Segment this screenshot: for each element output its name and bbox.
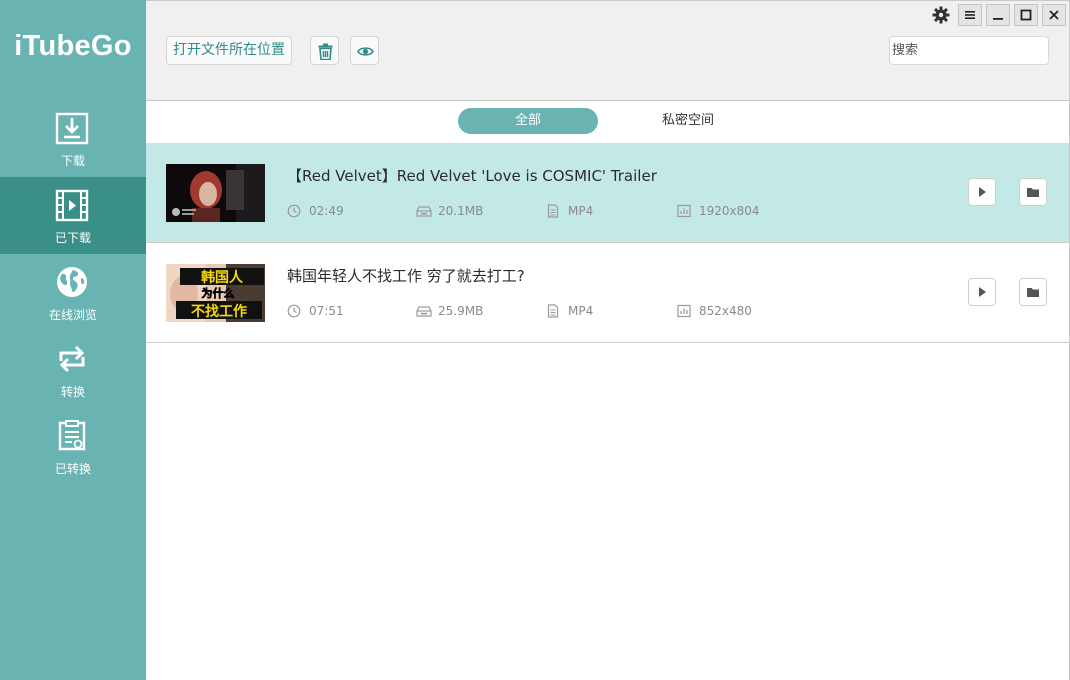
eye-icon — [357, 47, 374, 56]
thumb-text-1: 韩国人 — [201, 269, 244, 286]
converted-list-icon — [58, 420, 86, 451]
file-icon — [547, 304, 559, 318]
delete-button[interactable] — [310, 36, 339, 65]
sidebar-item-converted[interactable]: 已转换 — [0, 408, 146, 485]
close-icon — [1049, 10, 1059, 20]
format-text: MP4 — [568, 304, 594, 318]
preview-button[interactable] — [350, 36, 379, 65]
toolbar: 打开文件所在位置 — [146, 0, 1070, 101]
sidebar-item-convert[interactable]: 转换 — [0, 331, 146, 408]
thumb-text-3: 不找工作 — [191, 303, 247, 320]
resolution-icon — [677, 304, 691, 318]
sidebar-item-label: 转换 — [60, 385, 85, 399]
download-icon — [55, 112, 89, 145]
size-text: 20.1MB — [438, 204, 484, 218]
sidebar-item-label: 已下载 — [54, 231, 91, 245]
play-icon — [979, 187, 986, 197]
gear-icon[interactable] — [932, 6, 950, 24]
open-folder-row-button[interactable] — [1019, 178, 1047, 206]
file-icon — [547, 204, 559, 218]
sidebar-item-browse[interactable]: 在线浏览 — [0, 254, 146, 331]
storage-icon — [416, 306, 432, 317]
duration-text: 07:51 — [309, 304, 344, 318]
open-folder-row-button[interactable] — [1019, 278, 1047, 306]
app-logo: iTubeGo — [14, 30, 132, 62]
menu-icon — [965, 11, 975, 19]
size-text: 25.9MB — [438, 304, 484, 318]
duration-text: 02:49 — [309, 204, 344, 218]
clock-icon — [287, 204, 301, 218]
sidebar-item-label: 下载 — [60, 154, 85, 168]
tab-private[interactable]: 私密空间 — [618, 108, 758, 134]
close-button[interactable] — [1042, 4, 1066, 26]
video-title: 【Red Velvet】Red Velvet 'Love is COSMIC' … — [287, 167, 657, 185]
minimize-icon — [993, 18, 1003, 20]
trash-icon — [318, 43, 333, 60]
open-folder-button[interactable]: 打开文件所在位置 — [166, 36, 292, 65]
film-icon — [55, 189, 89, 222]
sidebar-item-download[interactable]: 下载 — [0, 100, 146, 177]
resolution-text: 1920x804 — [699, 204, 760, 218]
convert-icon — [59, 345, 85, 373]
filter-tabs: 全部 私密空间 — [146, 101, 1070, 143]
maximize-icon — [1020, 9, 1032, 21]
video-list: 【Red Velvet】Red Velvet 'Love is COSMIC' … — [146, 143, 1070, 680]
sidebar-item-downloaded[interactable]: 已下载 — [0, 177, 146, 254]
folder-icon — [1027, 188, 1039, 197]
sidebar: iTubeGo 下载 已下载 在线浏览 转换 已转换 — [0, 0, 146, 680]
tab-all[interactable]: 全部 — [458, 108, 598, 134]
clock-icon — [287, 304, 301, 318]
video-title: 韩国年轻人不找工作 穷了就去打工? — [287, 267, 525, 285]
thumb-text-2: 为什么 — [202, 286, 235, 300]
resolution-icon — [677, 204, 691, 218]
video-row[interactable]: 【Red Velvet】Red Velvet 'Love is COSMIC' … — [146, 143, 1069, 243]
menu-button[interactable] — [958, 4, 982, 26]
globe-icon — [57, 267, 87, 297]
maximize-button[interactable] — [1014, 4, 1038, 26]
storage-icon — [416, 206, 432, 217]
minimize-button[interactable] — [986, 4, 1010, 26]
video-thumbnail: 韩国人 为什么 不找工作 — [166, 264, 265, 322]
sidebar-item-label: 已转换 — [54, 462, 91, 476]
play-button[interactable] — [968, 178, 996, 206]
resolution-text: 852x480 — [699, 304, 752, 318]
folder-icon — [1027, 288, 1039, 297]
video-row[interactable]: 韩国人 为什么 不找工作 韩国年轻人不找工作 穷了就去打工? 07:51 25.… — [146, 243, 1069, 343]
video-thumbnail — [166, 164, 265, 222]
format-text: MP4 — [568, 204, 594, 218]
play-icon — [979, 287, 986, 297]
play-button[interactable] — [968, 278, 996, 306]
search-input[interactable] — [889, 36, 1049, 65]
sidebar-item-label: 在线浏览 — [48, 308, 97, 322]
